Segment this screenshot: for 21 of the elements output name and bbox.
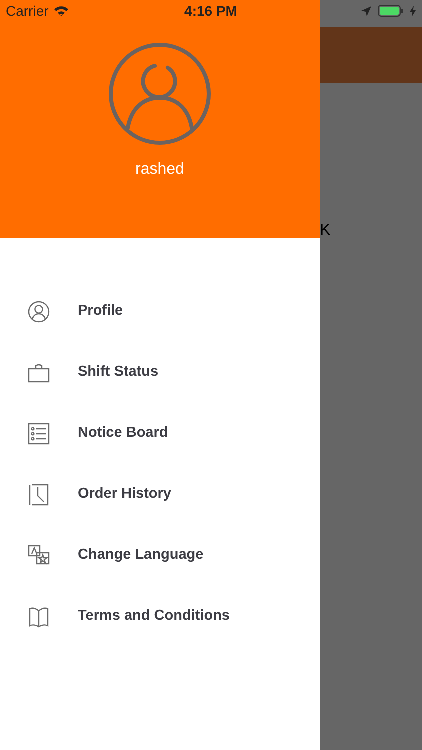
- menu-item[interactable]: Terms and Conditions: [78, 606, 230, 628]
- avatar-icon: [108, 42, 212, 146]
- user-name: rashed: [136, 160, 184, 180]
- charging-icon: [410, 6, 416, 16]
- translate-icon: [28, 544, 50, 566]
- briefcase-icon: [28, 362, 50, 384]
- menu-item[interactable]: Notice Board: [78, 422, 168, 444]
- battery-icon: [378, 5, 404, 17]
- menu-item[interactable]: Order History: [78, 484, 172, 506]
- menu-item[interactable]: Profile: [78, 300, 124, 322]
- list-icon: [28, 422, 50, 444]
- carrier-text: Carrier: [6, 2, 49, 20]
- wifi-icon: [54, 6, 69, 16]
- person-icon: [28, 300, 50, 322]
- clock-icon: [28, 484, 50, 506]
- clock-time: 4:16 PM: [184, 2, 238, 20]
- location-icon: [360, 6, 372, 16]
- menu-item[interactable]: Shift Status: [78, 362, 159, 384]
- background-text: K: [320, 221, 331, 241]
- book-icon: [28, 606, 50, 628]
- menu-item[interactable]: Change Language: [78, 544, 204, 566]
